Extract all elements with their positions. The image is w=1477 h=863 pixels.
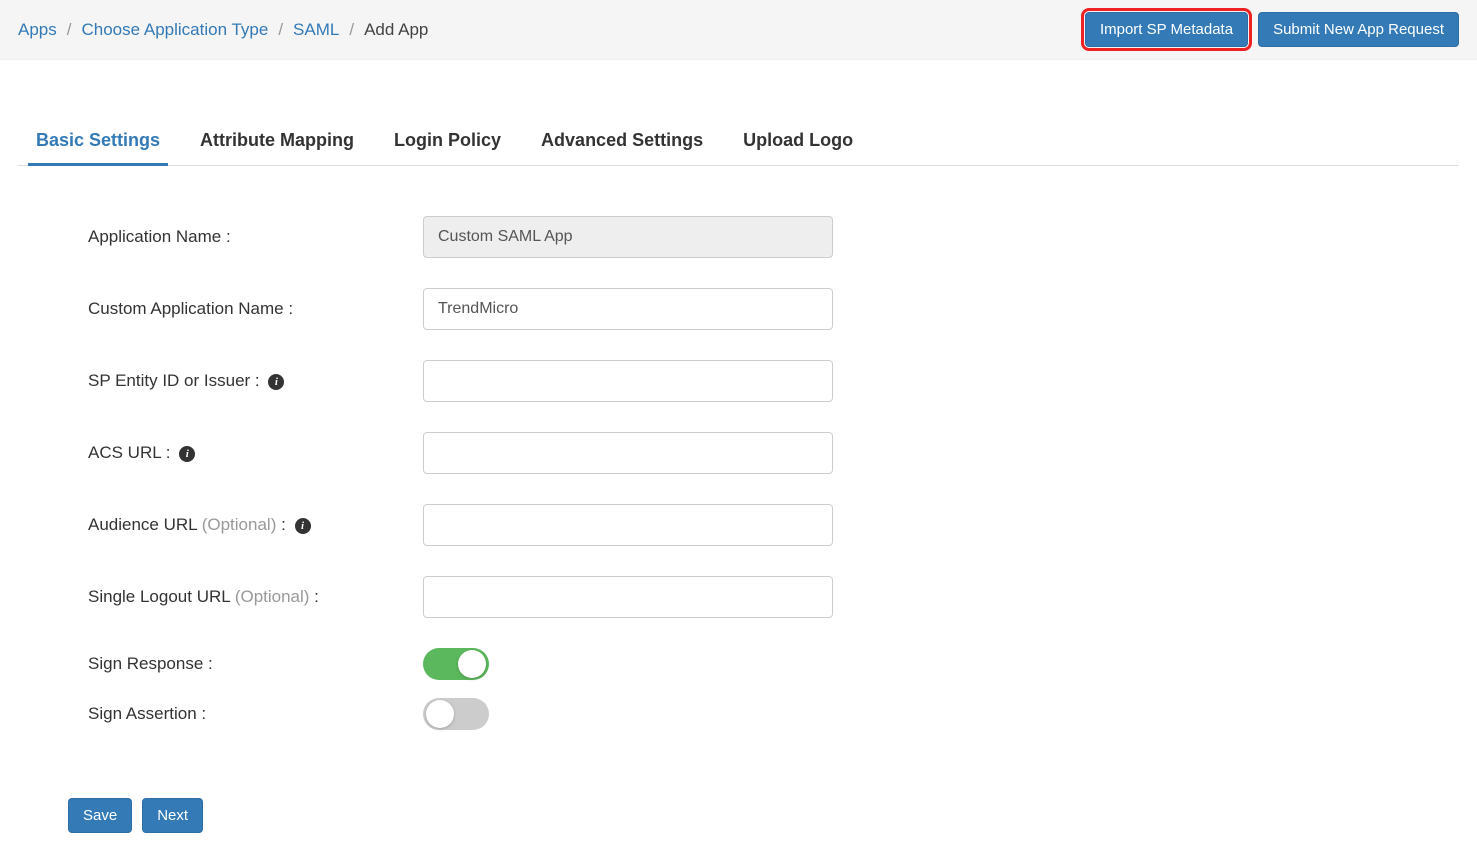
input-sp-entity-id[interactable] bbox=[423, 360, 833, 402]
breadcrumb-choose-app-type[interactable]: Choose Application Type bbox=[81, 20, 268, 40]
toggle-sign-response[interactable] bbox=[423, 648, 489, 680]
form-area: Application Name : Custom Application Na… bbox=[18, 166, 1018, 768]
breadcrumb-separator: / bbox=[63, 20, 76, 40]
save-button[interactable]: Save bbox=[68, 798, 132, 833]
toggle-knob bbox=[458, 650, 486, 678]
toggle-sign-assertion[interactable] bbox=[423, 698, 489, 730]
label-sign-response: Sign Response : bbox=[88, 654, 423, 674]
label-sp-entity-id: SP Entity ID or Issuer : i bbox=[88, 371, 423, 391]
breadcrumb-separator: / bbox=[345, 20, 358, 40]
breadcrumb-apps[interactable]: Apps bbox=[18, 20, 57, 40]
tab-advanced-settings[interactable]: Advanced Settings bbox=[541, 120, 703, 165]
row-sp-entity-id: SP Entity ID or Issuer : i bbox=[88, 360, 998, 402]
label-sign-assertion: Sign Assertion : bbox=[88, 704, 423, 724]
input-custom-app-name[interactable] bbox=[423, 288, 833, 330]
row-acs-url: ACS URL : i bbox=[88, 432, 998, 474]
tab-attribute-mapping[interactable]: Attribute Mapping bbox=[200, 120, 354, 165]
info-icon[interactable]: i bbox=[295, 518, 311, 534]
breadcrumb-separator: / bbox=[274, 20, 287, 40]
next-button[interactable]: Next bbox=[142, 798, 203, 833]
row-sign-response: Sign Response : bbox=[88, 648, 998, 680]
input-application-name bbox=[423, 216, 833, 258]
tab-login-policy[interactable]: Login Policy bbox=[394, 120, 501, 165]
label-slo-url: Single Logout URL (Optional) : bbox=[88, 587, 423, 607]
info-icon[interactable]: i bbox=[268, 374, 284, 390]
tabs: Basic Settings Attribute Mapping Login P… bbox=[18, 120, 1459, 166]
label-custom-app-name: Custom Application Name : bbox=[88, 299, 423, 319]
import-sp-metadata-button[interactable]: Import SP Metadata bbox=[1085, 12, 1248, 47]
footer-buttons: Save Next bbox=[18, 798, 1459, 833]
breadcrumb-current: Add App bbox=[364, 20, 428, 40]
input-slo-url[interactable] bbox=[423, 576, 833, 618]
row-sign-assertion: Sign Assertion : bbox=[88, 698, 998, 730]
topbar: Apps / Choose Application Type / SAML / … bbox=[0, 0, 1477, 60]
row-custom-app-name: Custom Application Name : bbox=[88, 288, 998, 330]
tab-basic-settings[interactable]: Basic Settings bbox=[36, 120, 160, 165]
toggle-knob bbox=[426, 700, 454, 728]
input-acs-url[interactable] bbox=[423, 432, 833, 474]
label-application-name: Application Name : bbox=[88, 227, 423, 247]
content: Basic Settings Attribute Mapping Login P… bbox=[0, 60, 1477, 863]
breadcrumb: Apps / Choose Application Type / SAML / … bbox=[18, 20, 428, 40]
row-application-name: Application Name : bbox=[88, 216, 998, 258]
row-audience-url: Audience URL (Optional) : i bbox=[88, 504, 998, 546]
row-slo-url: Single Logout URL (Optional) : bbox=[88, 576, 998, 618]
top-actions: Import SP Metadata Submit New App Reques… bbox=[1085, 12, 1459, 47]
submit-new-app-request-button[interactable]: Submit New App Request bbox=[1258, 12, 1459, 47]
label-acs-url: ACS URL : i bbox=[88, 443, 423, 463]
label-audience-url: Audience URL (Optional) : i bbox=[88, 515, 423, 535]
breadcrumb-saml[interactable]: SAML bbox=[293, 20, 339, 40]
tab-upload-logo[interactable]: Upload Logo bbox=[743, 120, 853, 165]
input-audience-url[interactable] bbox=[423, 504, 833, 546]
info-icon[interactable]: i bbox=[179, 446, 195, 462]
